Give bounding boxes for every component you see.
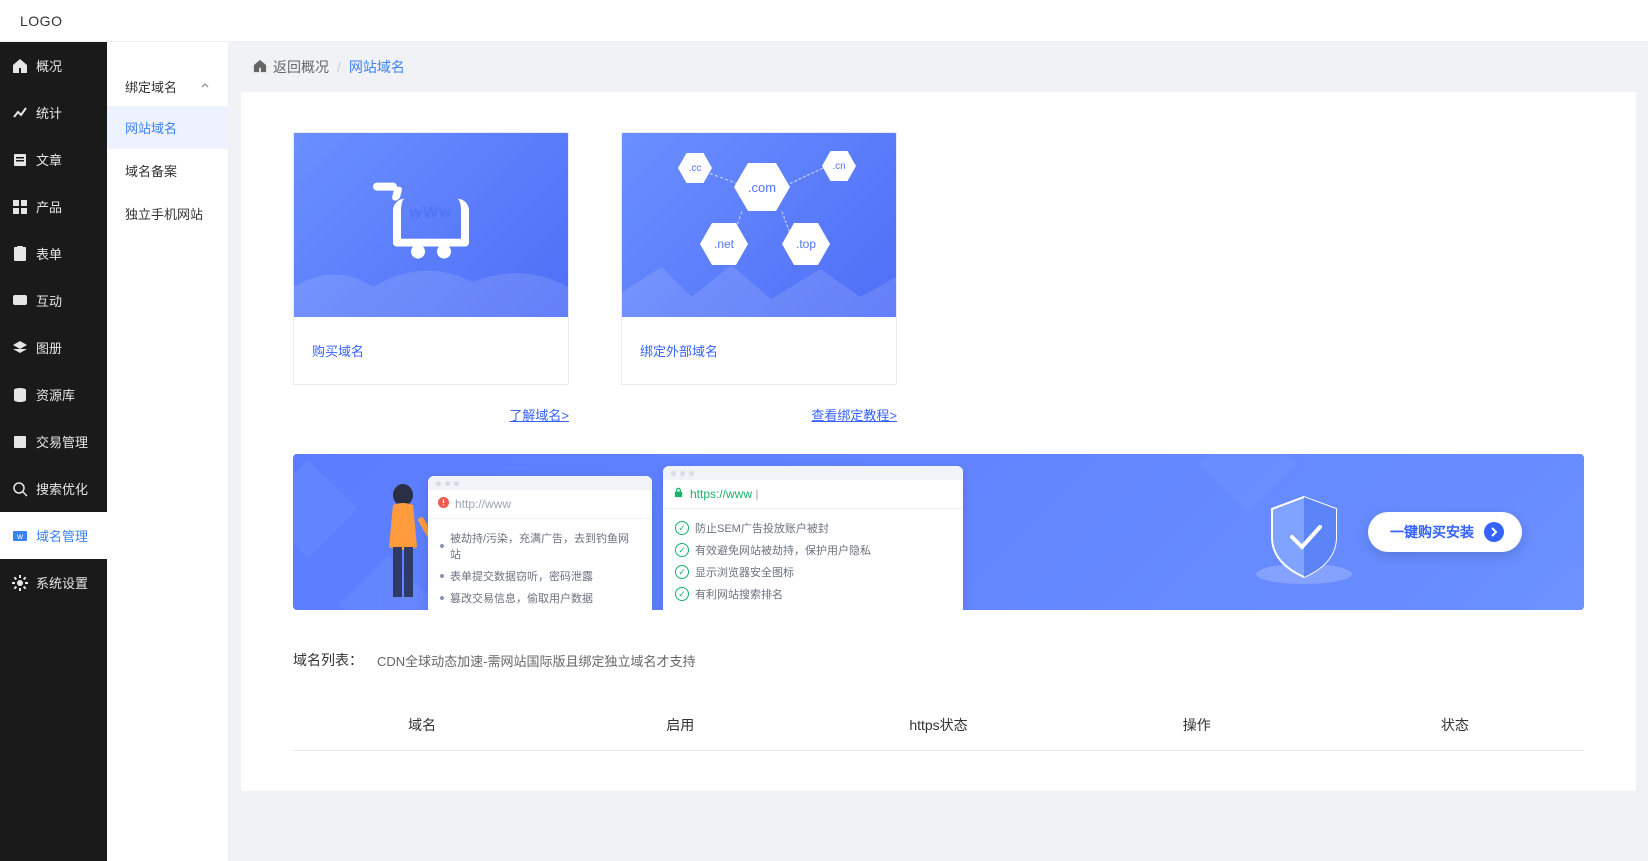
hex-tld: .cc xyxy=(678,153,712,183)
breadcrumb-back-label: 返回概况 xyxy=(273,57,329,77)
card-title: 购买域名 xyxy=(294,317,568,384)
card-bind-domain[interactable]: .cc .com .cn .net .top 绑定外部域名 xyxy=(621,132,897,385)
home-icon xyxy=(253,59,267,76)
sidebar-item-library[interactable]: 资源库 xyxy=(0,371,107,418)
install-button[interactable]: 一键购买安装 xyxy=(1368,512,1522,552)
warning-icon xyxy=(438,497,449,511)
breadcrumb: 返回概况 / 网站域名 xyxy=(229,42,1648,92)
sidebar-item-forms[interactable]: 表单 xyxy=(0,230,107,277)
grid-icon xyxy=(12,199,28,215)
https-benefit: 显示浏览器安全图标 xyxy=(675,561,951,583)
sidebar-label: 搜索优化 xyxy=(36,479,88,498)
card-title: 绑定外部域名 xyxy=(622,317,896,384)
https-window: https://www | 防止SEM广告投放账户被封 有效避免网站被劫持，保护… xyxy=(663,466,963,610)
sub-item-icp[interactable]: 域名备案 xyxy=(107,149,228,192)
sub-sidebar: 绑定域名 网站域名 域名备案 独立手机网站 xyxy=(107,42,229,861)
sidebar-item-gallery[interactable]: 图册 xyxy=(0,324,107,371)
http-url: http://www xyxy=(455,497,511,511)
https-benefit: 有利网站搜索排名 xyxy=(675,583,951,605)
link-bind-tutorial[interactable]: 查看绑定教程> xyxy=(811,408,897,423)
sub-item-mobile[interactable]: 独立手机网站 xyxy=(107,192,228,235)
sidebar-label: 统计 xyxy=(36,103,62,122)
chart-icon xyxy=(12,105,28,121)
domain-list-heading: 域名列表： CDN全球动态加速-需网站国际版且绑定独立域名才支持 xyxy=(293,650,1584,670)
https-banner: http://www 被劫持/污染，充满广告，去到钓鱼网站 表单提交数据窃听，密… xyxy=(293,454,1584,610)
breadcrumb-current: 网站域名 xyxy=(349,57,405,77)
layers-icon xyxy=(12,340,28,356)
sidebar-label: 交易管理 xyxy=(36,432,88,451)
main-content: 返回概况 / 网站域名 wWw xyxy=(229,42,1648,861)
sidebar-label: 文章 xyxy=(36,150,62,169)
sub-sidebar-header[interactable]: 绑定域名 xyxy=(107,67,228,106)
sidebar-item-seo[interactable]: 搜索优化 xyxy=(0,465,107,512)
svg-text:w: w xyxy=(16,532,23,541)
home-icon xyxy=(12,58,28,74)
http-drawback: 被劫持/污染，充满广告，去到钓鱼网站 xyxy=(440,527,640,565)
sidebar-item-interact[interactable]: 互动 xyxy=(0,277,107,324)
domain-table: 域名 启用 https状态 操作 状态 xyxy=(293,700,1584,751)
http-drawback: 表单提交数据窃听，密码泄露 xyxy=(440,565,640,587)
sidebar-label: 图册 xyxy=(36,338,62,357)
sidebar-item-settings[interactable]: 系统设置 xyxy=(0,559,107,606)
app-header: LOGO xyxy=(0,0,1648,42)
main-sidebar: 概况 统计 文章 产品 表单 互动 图册 资源库 xyxy=(0,42,107,861)
sidebar-label: 表单 xyxy=(36,244,62,263)
col-enable: 启用 xyxy=(551,715,809,735)
sidebar-item-trade[interactable]: 交易管理 xyxy=(0,418,107,465)
sub-sidebar-title: 绑定域名 xyxy=(125,77,177,96)
col-status: 状态 xyxy=(1326,715,1584,735)
card-illustration: wWw xyxy=(294,133,568,317)
install-button-label: 一键购买安装 xyxy=(1390,522,1474,542)
hex-tld: .com xyxy=(734,163,790,211)
domain-icon: w xyxy=(12,528,28,544)
https-benefit: 防止SEM广告投放账户被封 xyxy=(675,517,951,539)
list-subtitle: CDN全球动态加速-需网站国际版且绑定独立域名才支持 xyxy=(377,651,696,670)
doc-icon xyxy=(12,152,28,168)
col-action: 操作 xyxy=(1068,715,1326,735)
sidebar-item-domain[interactable]: w 域名管理 xyxy=(0,512,107,559)
card-buy-domain[interactable]: wWw 购买域名 xyxy=(293,132,569,385)
https-benefit: 有效避免网站被劫持，保护用户隐私 xyxy=(675,539,951,561)
person-illustration xyxy=(373,477,433,610)
gear-icon xyxy=(12,575,28,591)
sidebar-item-stats[interactable]: 统计 xyxy=(0,89,107,136)
breadcrumb-back[interactable]: 返回概况 xyxy=(253,57,329,77)
col-https: https状态 xyxy=(809,715,1067,735)
arrow-right-icon xyxy=(1484,522,1504,542)
sidebar-label: 资源库 xyxy=(36,385,75,404)
sub-item-site-domain[interactable]: 网站域名 xyxy=(107,106,228,149)
seo-icon xyxy=(12,481,28,497)
sidebar-label: 域名管理 xyxy=(36,526,88,545)
sidebar-item-overview[interactable]: 概况 xyxy=(0,42,107,89)
https-url: https://www | xyxy=(690,487,758,501)
shield-icon xyxy=(1254,489,1354,592)
sidebar-label: 产品 xyxy=(36,197,62,216)
lock-icon xyxy=(673,487,684,501)
card-illustration: .cc .com .cn .net .top xyxy=(622,133,896,317)
http-window: http://www 被劫持/污染，充满广告，去到钓鱼网站 表单提交数据窃听，密… xyxy=(428,476,652,610)
chevron-up-icon xyxy=(200,79,210,94)
form-icon xyxy=(12,246,28,262)
table-header: 域名 启用 https状态 操作 状态 xyxy=(293,700,1584,751)
http-drawback: 篡改交易信息，偷取用户数据 xyxy=(440,587,640,609)
hex-tld: .cn xyxy=(822,151,856,181)
chat-icon xyxy=(12,293,28,309)
db-icon xyxy=(12,387,28,403)
list-title: 域名列表： xyxy=(293,650,363,670)
logo: LOGO xyxy=(20,13,62,29)
trade-icon xyxy=(12,434,28,450)
sidebar-item-articles[interactable]: 文章 xyxy=(0,136,107,183)
cart-www-text: wWw xyxy=(401,205,461,223)
sidebar-label: 概况 xyxy=(36,56,62,75)
sidebar-item-products[interactable]: 产品 xyxy=(0,183,107,230)
sidebar-label: 系统设置 xyxy=(36,573,88,592)
col-domain: 域名 xyxy=(293,715,551,735)
sidebar-label: 互动 xyxy=(36,291,62,310)
link-learn-domain[interactable]: 了解域名> xyxy=(509,408,569,423)
breadcrumb-sep: / xyxy=(337,59,341,75)
